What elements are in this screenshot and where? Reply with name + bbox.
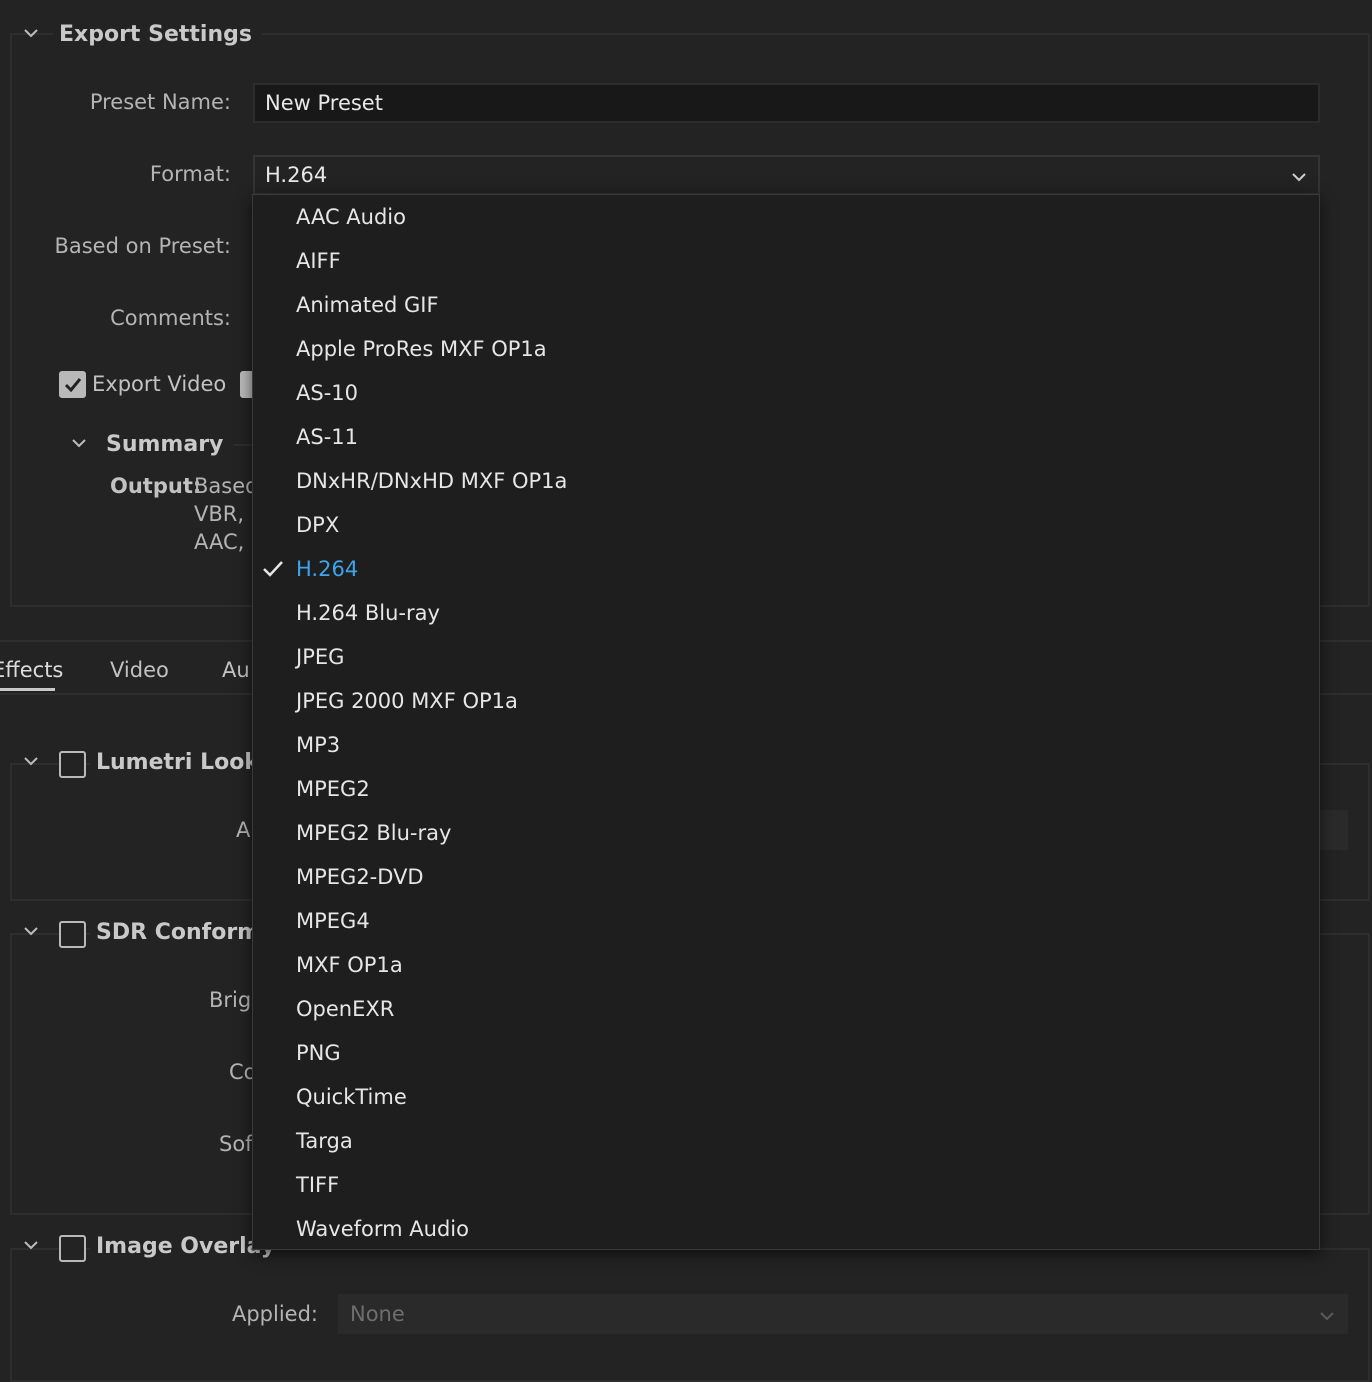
- format-option[interactable]: Targa: [253, 1119, 1319, 1163]
- format-option[interactable]: AS-11: [253, 415, 1319, 459]
- summary-output-line: VBR, :: [194, 502, 258, 526]
- format-label: Format:: [149, 162, 231, 186]
- sdr-checkbox[interactable]: [59, 921, 86, 948]
- format-option-label: AS-10: [296, 381, 358, 405]
- chevron-down-icon: [1320, 1312, 1334, 1321]
- format-option[interactable]: QuickTime: [253, 1075, 1319, 1119]
- format-option[interactable]: AIFF: [253, 239, 1319, 283]
- format-option[interactable]: TIFF: [253, 1163, 1319, 1207]
- format-option[interactable]: MPEG2-DVD: [253, 855, 1319, 899]
- export-video-label: Export Video: [92, 372, 227, 396]
- format-option[interactable]: OpenEXR: [253, 987, 1319, 1031]
- format-option-label: MPEG2: [296, 777, 370, 801]
- format-option-label: DNxHR/DNxHD MXF OP1a: [296, 469, 568, 493]
- chevron-down-icon[interactable]: [20, 750, 42, 772]
- format-option-label: OpenEXR: [296, 997, 395, 1021]
- format-option-label: H.264: [296, 557, 359, 581]
- chevron-down-icon[interactable]: [68, 432, 90, 454]
- format-option[interactable]: DNxHR/DNxHD MXF OP1a: [253, 459, 1319, 503]
- tab-audio[interactable]: Au: [222, 658, 250, 682]
- format-option[interactable]: JPEG 2000 MXF OP1a: [253, 679, 1319, 723]
- chevron-down-icon: [1292, 173, 1306, 182]
- format-option[interactable]: AAC Audio: [253, 195, 1319, 239]
- summary-output-label: Output:: [110, 474, 202, 498]
- sdr-row-label: Sof: [219, 1132, 253, 1156]
- lumetri-select[interactable]: [1318, 810, 1348, 850]
- format-option[interactable]: Animated GIF: [253, 283, 1319, 327]
- format-option-label: DPX: [296, 513, 340, 537]
- summary-title: Summary: [100, 432, 234, 457]
- export-settings-title: Export Settings: [53, 22, 262, 47]
- format-select-value: H.264: [265, 163, 328, 187]
- format-option-label: H.264 Blu-ray: [296, 601, 440, 625]
- chevron-down-icon[interactable]: [20, 920, 42, 942]
- format-option[interactable]: AS-10: [253, 371, 1319, 415]
- format-option-label: AS-11: [296, 425, 358, 449]
- tab-video[interactable]: Video: [110, 658, 169, 682]
- format-option-label: TIFF: [296, 1173, 340, 1197]
- format-option-label: Waveform Audio: [296, 1217, 469, 1241]
- sdr-row-label: Brigl: [209, 988, 258, 1012]
- format-option[interactable]: MPEG2 Blu-ray: [253, 811, 1319, 855]
- preset-name-label: Preset Name:: [89, 90, 231, 114]
- format-option-label: MPEG2 Blu-ray: [296, 821, 452, 845]
- preset-name-value: New Preset: [265, 91, 383, 115]
- format-option-label: MXF OP1a: [296, 953, 403, 977]
- tab-effects-underline: [0, 688, 55, 691]
- format-option[interactable]: H.264 Blu-ray: [253, 591, 1319, 635]
- format-option-label: MPEG4: [296, 909, 370, 933]
- format-option-label: JPEG 2000 MXF OP1a: [296, 689, 518, 713]
- comments-label: Comments:: [110, 306, 231, 330]
- format-option-label: MPEG2-DVD: [296, 865, 424, 889]
- format-option[interactable]: H.264: [253, 547, 1319, 591]
- format-option-label: QuickTime: [296, 1085, 407, 1109]
- overlay-applied-value: None: [350, 1302, 405, 1326]
- format-option[interactable]: MXF OP1a: [253, 943, 1319, 987]
- format-option[interactable]: MP3: [253, 723, 1319, 767]
- format-option[interactable]: MPEG2: [253, 767, 1319, 811]
- preset-name-input[interactable]: New Preset: [253, 83, 1320, 123]
- format-option-label: Targa: [296, 1129, 353, 1153]
- format-option[interactable]: PNG: [253, 1031, 1319, 1075]
- format-option[interactable]: Waveform Audio: [253, 1207, 1319, 1251]
- chevron-down-icon[interactable]: [20, 1234, 42, 1256]
- overlay-applied-label: Applied:: [231, 1302, 318, 1326]
- format-option[interactable]: DPX: [253, 503, 1319, 547]
- format-option-label: Apple ProRes MXF OP1a: [296, 337, 547, 361]
- checkmark-icon: [263, 561, 283, 577]
- format-option[interactable]: MPEG4: [253, 899, 1319, 943]
- checkmark-icon: [64, 378, 82, 393]
- lumetri-row-label: A: [236, 818, 251, 842]
- format-option-label: PNG: [296, 1041, 341, 1065]
- format-option-label: MP3: [296, 733, 341, 757]
- format-select[interactable]: H.264: [253, 155, 1320, 195]
- format-option-label: JPEG: [296, 645, 345, 669]
- format-dropdown-menu: AAC Audio AIFF Animated GIF Apple ProRes MX…: [252, 194, 1320, 1250]
- summary-output-line: Based: [194, 474, 259, 498]
- export-video-checkbox[interactable]: [59, 371, 86, 398]
- tab-effects[interactable]: Effects: [0, 658, 63, 682]
- overlay-checkbox[interactable]: [59, 1235, 86, 1262]
- format-option-label: Animated GIF: [296, 293, 439, 317]
- format-option[interactable]: JPEG: [253, 635, 1319, 679]
- chevron-down-icon[interactable]: [20, 22, 42, 44]
- overlay-applied-select[interactable]: None: [338, 1294, 1348, 1334]
- format-option-label: AAC Audio: [296, 205, 406, 229]
- sdr-title: SDR Conform: [90, 920, 271, 945]
- based-on-preset-label: Based on Preset:: [54, 234, 231, 258]
- lumetri-checkbox[interactable]: [59, 751, 86, 778]
- format-option[interactable]: Apple ProRes MXF OP1a: [253, 327, 1319, 371]
- format-option-label: AIFF: [296, 249, 341, 273]
